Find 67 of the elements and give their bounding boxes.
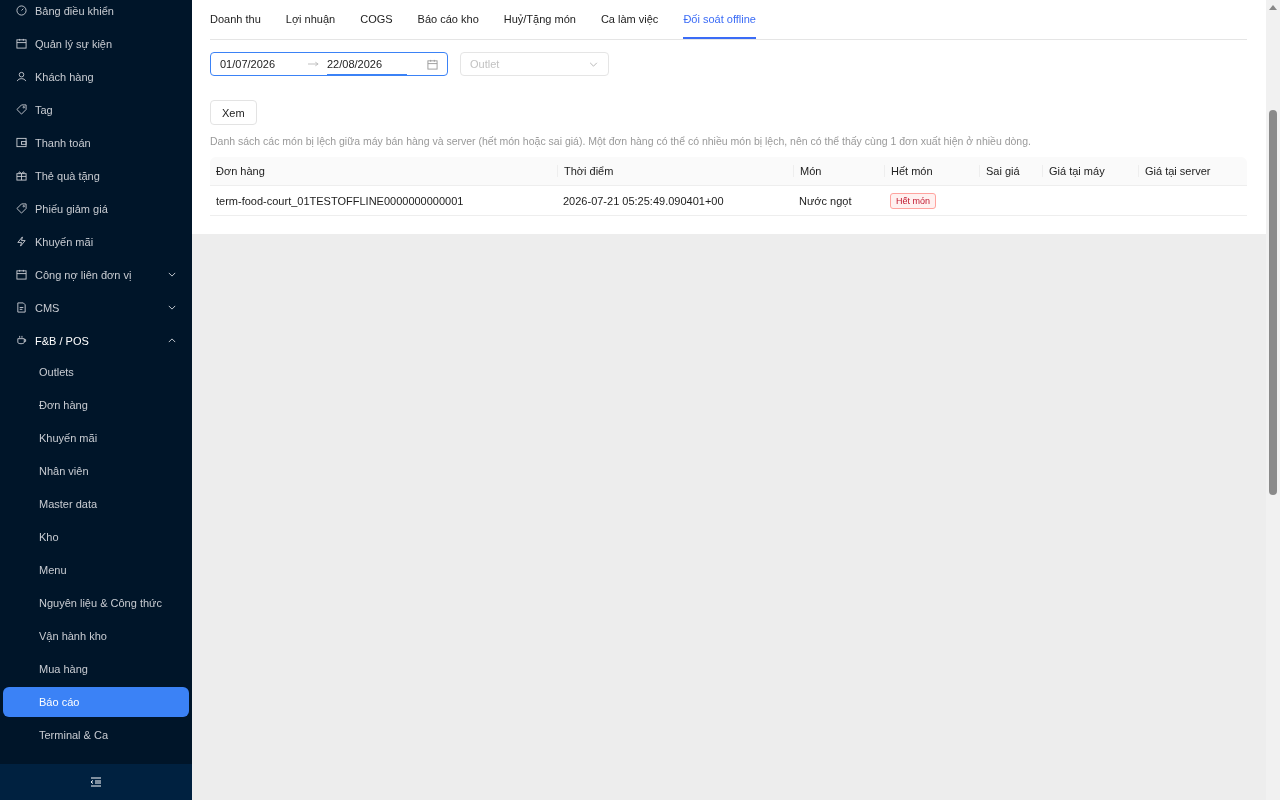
cup-icon: [16, 335, 27, 346]
tab[interactable]: COGS: [360, 0, 393, 39]
sidebar-subitem[interactable]: Kho: [3, 522, 189, 552]
sidebar-subitem[interactable]: Báo cáo: [3, 687, 189, 717]
sidebar-subitem[interactable]: Outlets: [3, 357, 189, 387]
sidebar-item[interactable]: Thẻ quà tặng: [0, 159, 192, 192]
description-text: Danh sách các món bị lệch giữa máy bán hàng và server (hết món hoặc sai giá). Một đơn hàng có thể có nhiều món bị lệch, nên có thể thấy cùng 1 đơn xuất hiện ở nhiều dòng.: [210, 135, 1032, 147]
end-date-field[interactable]: 22/08/2026: [327, 53, 407, 75]
sidebar-subitem[interactable]: Nhân viên: [3, 456, 189, 486]
gift-icon: [16, 170, 27, 181]
tab[interactable]: Lợi nhuận: [285, 0, 336, 39]
sidebar-subitem[interactable]: Đơn hàng: [3, 390, 189, 420]
view-button[interactable]: Xem: [210, 100, 257, 125]
sidebar-item[interactable]: Khách hàng: [0, 60, 192, 93]
sidebar-item[interactable]: Công nợ liên đơn vị: [0, 258, 192, 291]
status-tag: Hết món: [890, 192, 936, 209]
date-range-picker[interactable]: 01/07/2026 22/08/2026: [210, 52, 448, 76]
document-icon: [16, 302, 27, 313]
sidebar-item[interactable]: Khuyến mãi: [0, 225, 192, 258]
sidebar-subitem[interactable]: Nguyên liệu & Công thức: [3, 588, 189, 618]
chevron-down-icon: [589, 61, 598, 67]
user-icon: [16, 71, 27, 82]
tab[interactable]: Báo cáo kho: [417, 0, 479, 39]
sidebar-subitem[interactable]: Menu: [3, 555, 189, 585]
table-cell: term-food-court_01TESTOFFLINE0000000000001: [216, 194, 464, 207]
sidebar-item[interactable]: F&B / POS: [0, 324, 192, 357]
tag-icon: [16, 104, 27, 115]
column-header: Hết món: [884, 165, 979, 177]
tab[interactable]: Ca làm việc: [600, 0, 659, 39]
scrollbar-thumb[interactable]: [1269, 110, 1277, 495]
calendar-icon: [16, 38, 27, 49]
scrollbar[interactable]: [1266, 0, 1280, 800]
calendar-icon: [427, 58, 438, 70]
sidebar-item[interactable]: Bảng điều khiển: [0, 0, 192, 27]
column-header: Sai giá: [979, 165, 1042, 177]
sidebar-item[interactable]: Quản lý sự kiện: [0, 27, 192, 60]
sidebar-item[interactable]: CMS: [0, 291, 192, 324]
column-header: Món: [793, 165, 884, 177]
chevron-down-icon: [168, 305, 176, 310]
sidebar-item[interactable]: Thanh toán: [0, 126, 192, 159]
tab[interactable]: Doanh thu: [210, 0, 261, 39]
table-cell: Nước ngọt: [799, 194, 852, 207]
arrow-right-icon: [308, 61, 319, 67]
sidebar-subitem[interactable]: Vận hành kho: [3, 621, 189, 651]
sidebar-subitem[interactable]: Master data: [3, 489, 189, 519]
column-header: Giá tại máy: [1042, 165, 1138, 177]
sidebar-subitem[interactable]: Mua hàng: [3, 654, 189, 684]
column-header: Đơn hàng: [215, 165, 266, 177]
chevron-up-icon: [168, 338, 176, 343]
sidebar-subitem[interactable]: Terminal & Ca: [3, 720, 189, 750]
scroll-up-icon[interactable]: [1269, 5, 1277, 10]
column-header: Thời điểm: [557, 165, 793, 177]
gauge-icon: [16, 5, 27, 16]
table-cell: 2026-07-21 05:25:49.090401+00: [563, 194, 724, 207]
lightning-icon: [16, 236, 27, 247]
chevron-down-icon: [168, 272, 176, 277]
tab[interactable]: Huỷ/Tặng món: [503, 0, 576, 39]
start-date-field[interactable]: 01/07/2026: [220, 54, 300, 74]
collapse-menu-icon[interactable]: [90, 777, 102, 787]
column-header: Giá tại server: [1138, 165, 1247, 177]
calendar-icon: [16, 269, 27, 280]
sidebar-item[interactable]: Phiếu giảm giá: [0, 192, 192, 225]
sidebar-item[interactable]: Tag: [0, 93, 192, 126]
wallet-icon: [16, 137, 27, 148]
tag-icon: [16, 203, 27, 214]
sidebar-subitem[interactable]: Khuyến mãi: [3, 423, 189, 453]
tab[interactable]: Đối soát offline: [683, 0, 756, 39]
